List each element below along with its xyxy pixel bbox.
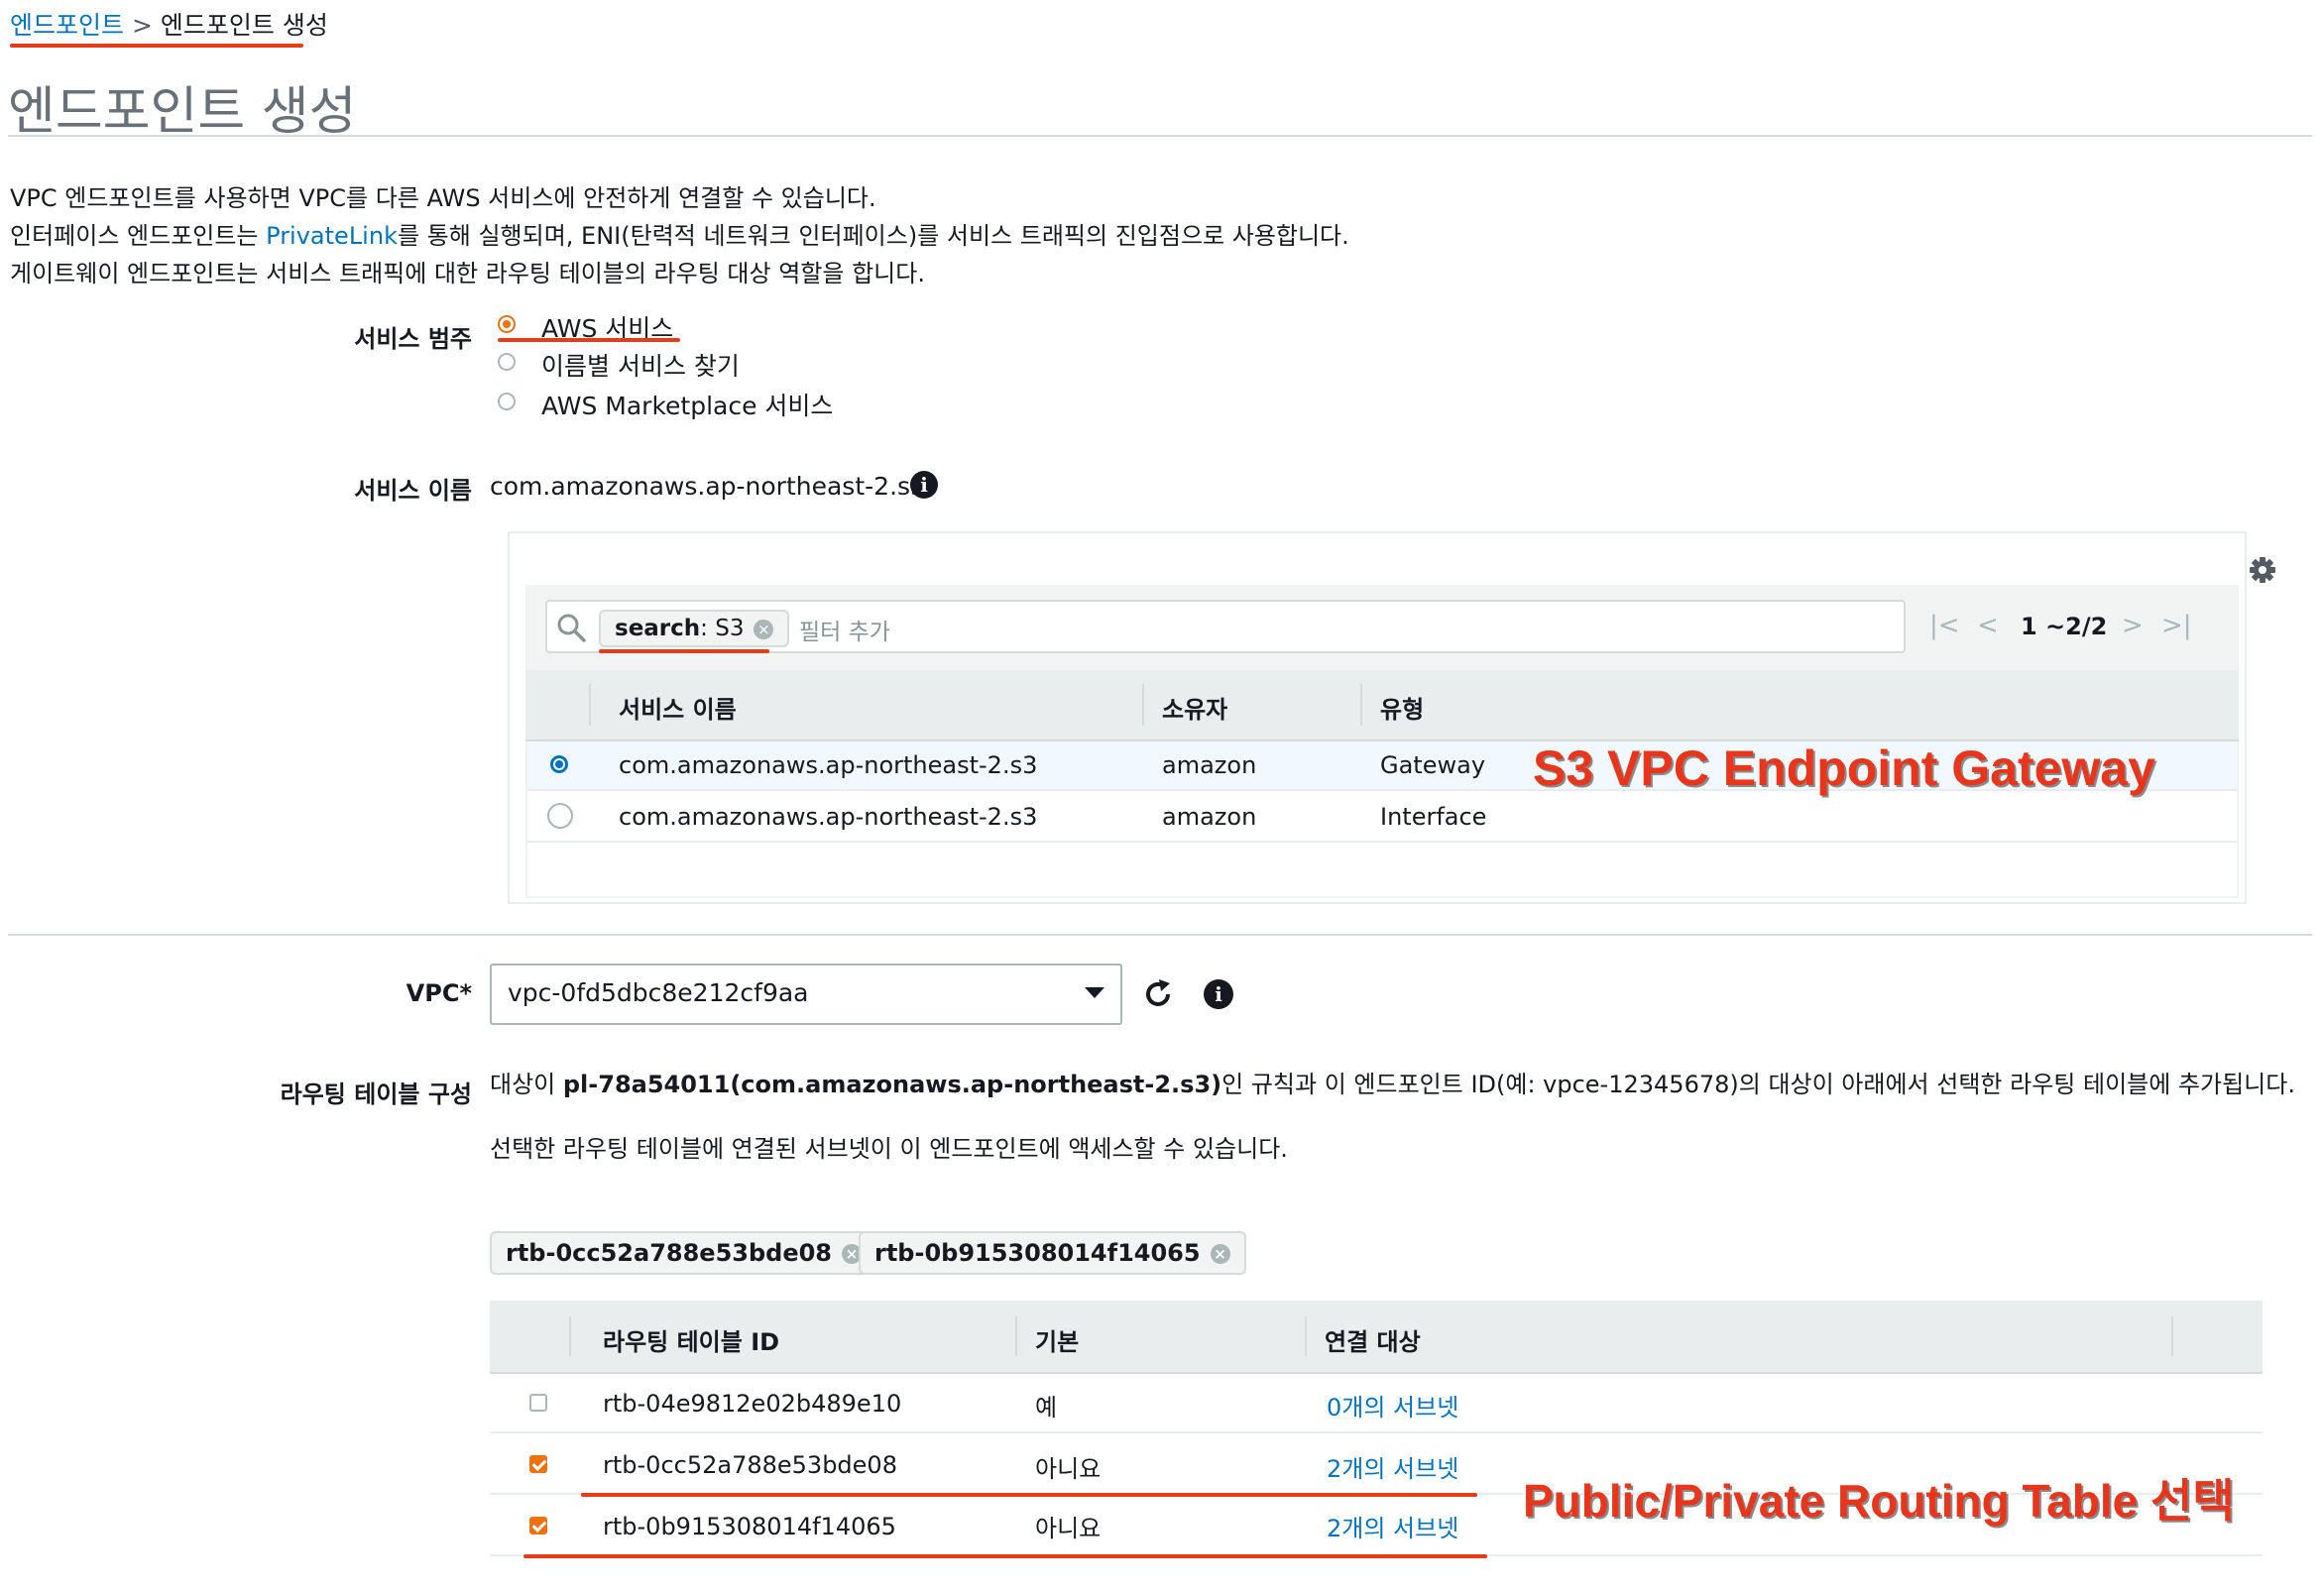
clear-icon[interactable]: ×	[1210, 1244, 1230, 1264]
column-separator	[1015, 1316, 1017, 1356]
routing-prefix-list: pl-78a54011(com.amazonaws.ap-northeast-2…	[562, 1071, 1222, 1098]
annotation-routing: Public/Private Routing Table 선택	[1523, 1475, 2235, 1527]
next-page-icon[interactable]: >	[2122, 611, 2144, 640]
description-text: 인터페이스 엔드포인트는	[10, 222, 267, 250]
row-service-name: com.amazonaws.ap-northeast-2.s3	[619, 803, 1038, 831]
row-owner: amazon	[1162, 751, 1257, 779]
annotation-underline-aws-services	[498, 338, 680, 342]
info-icon[interactable]: i	[910, 471, 938, 499]
row-type: Gateway	[1380, 751, 1486, 779]
row-main: 아니요	[1035, 1515, 1102, 1542]
column-separator	[1142, 684, 1144, 726]
row-checkbox[interactable]	[529, 1455, 547, 1473]
chip-label: rtb-0cc52a788e53bde08	[506, 1239, 833, 1267]
row-associated-subnets-link[interactable]: 2개의 서브넷	[1327, 1449, 1458, 1484]
description-line-1: VPC 엔드포인트를 사용하면 VPC를 다른 AWS 서비스에 안전하게 연결…	[10, 184, 876, 212]
column-header-route-table-id[interactable]: 라우팅 테이블 ID	[603, 1322, 779, 1357]
table-empty-area	[527, 843, 2237, 896]
row-associated-subnets-link[interactable]: 2개의 서브넷	[1327, 1509, 1458, 1543]
radio-find-by-name[interactable]	[498, 353, 516, 371]
first-page-icon[interactable]: |<	[1929, 611, 1960, 640]
row-route-table-id: rtb-0cc52a788e53bde08	[603, 1451, 897, 1479]
annotation-underline-breadcrumb	[10, 44, 303, 48]
vpc-label: VPC*	[406, 979, 472, 1007]
breadcrumb-separator: >	[131, 11, 153, 40]
routing-description-text: 인 규칙과 이 엔드포인트 ID(예: vpce-12345678)의 대상이 …	[1221, 1071, 2295, 1098]
dropdown-caret-icon[interactable]	[1085, 987, 1104, 998]
row-type: Interface	[1380, 803, 1487, 831]
routing-description-1: 대상이 pl-78a54011(com.amazonaws.ap-northea…	[490, 1065, 2295, 1099]
pager-range: 1 ~2/2	[2021, 613, 2108, 640]
column-header-main[interactable]: 기본	[1035, 1322, 1079, 1357]
column-separator	[1305, 1316, 1307, 1356]
search-filter-token[interactable]: search: S3 ×	[599, 610, 790, 647]
gear-icon[interactable]	[2248, 555, 2277, 585]
description-line-2: 인터페이스 엔드포인트는 PrivateLink를 통해 실행되며, ENI(탄…	[10, 216, 1349, 251]
divider	[8, 934, 2312, 936]
service-name-value: com.amazonaws.ap-northeast-2.s3	[490, 472, 926, 501]
breadcrumb: 엔드포인트 > 엔드포인트 생성	[10, 6, 328, 42]
vpc-select-value: vpc-0fd5dbc8e212cf9aa	[508, 978, 809, 1007]
row-checkbox[interactable]	[529, 1394, 547, 1412]
radio-aws-services[interactable]	[498, 315, 516, 333]
column-header-associated-with[interactable]: 연결 대상	[1325, 1322, 1421, 1357]
row-route-table-id: rtb-0b915308014f14065	[603, 1513, 896, 1540]
row-main: 아니요	[1035, 1455, 1102, 1483]
row-route-table-id: rtb-04e9812e02b489e10	[603, 1390, 902, 1418]
selected-route-table-chip[interactable]: rtb-0cc52a788e53bde08 ×	[490, 1231, 878, 1275]
column-separator	[569, 1316, 571, 1356]
radio-label-marketplace[interactable]: AWS Marketplace 서비스	[541, 387, 833, 422]
chip-label: rtb-0b915308014f14065	[874, 1239, 1201, 1267]
column-separator	[589, 684, 591, 726]
breadcrumb-link-endpoints[interactable]: 엔드포인트	[10, 11, 124, 40]
filter-placeholder: 필터 추가	[799, 620, 890, 645]
breadcrumb-current: 엔드포인트 생성	[160, 11, 328, 40]
description-text: 를 통해 실행되며, ENI(탄력적 네트워크 인터페이스)를 서비스 트래픽의…	[397, 222, 1349, 250]
radio-label-find-by-name[interactable]: 이름별 서비스 찾기	[541, 347, 740, 383]
row-radio-gateway[interactable]	[550, 755, 568, 773]
annotation-gateway: S3 VPC Endpoint Gateway	[1533, 740, 2155, 796]
service-name-label: 서비스 이름	[354, 477, 472, 505]
privatelink-link[interactable]: PrivateLink	[266, 222, 398, 250]
routing-table-label: 라우팅 테이블 구성	[280, 1080, 472, 1108]
token-value: : S3	[700, 616, 745, 641]
column-header-type[interactable]: 유형	[1380, 690, 1424, 725]
token-key: search	[615, 616, 701, 641]
refresh-icon[interactable]	[1140, 976, 1176, 1012]
clear-icon[interactable]: ×	[754, 619, 774, 639]
selected-route-table-chip[interactable]: rtb-0b915308014f14065 ×	[859, 1231, 1246, 1275]
column-separator	[1360, 684, 1362, 726]
row-radio-interface[interactable]	[547, 803, 573, 829]
routing-description-text: 대상이	[490, 1071, 563, 1098]
service-category-label: 서비스 범주	[354, 325, 472, 353]
last-page-icon[interactable]: >|	[2161, 611, 2192, 640]
info-icon[interactable]: i	[1204, 979, 1233, 1009]
column-separator	[2171, 1316, 2173, 1356]
search-icon	[557, 614, 586, 642]
column-header-service-name[interactable]: 서비스 이름	[619, 690, 737, 725]
description-line-3: 게이트웨이 엔드포인트는 서비스 트래픽에 대한 라우팅 테이블의 라우팅 대상…	[10, 260, 925, 287]
divider	[8, 135, 2312, 137]
routing-description-2: 선택한 라우팅 테이블에 연결된 서브넷이 이 엔드포인트에 액세스할 수 있습…	[490, 1135, 1288, 1163]
radio-marketplace[interactable]	[498, 393, 516, 410]
row-main: 예	[1035, 1394, 1058, 1421]
column-header-owner[interactable]: 소유자	[1162, 690, 1227, 725]
annotation-underline-route-row	[523, 1554, 1487, 1558]
row-owner: amazon	[1162, 803, 1257, 831]
row-checkbox[interactable]	[529, 1517, 547, 1535]
prev-page-icon[interactable]: <	[1977, 611, 1999, 640]
page-title: 엔드포인트 생성	[8, 82, 357, 142]
annotation-underline-search	[599, 649, 769, 653]
row-service-name: com.amazonaws.ap-northeast-2.s3	[619, 751, 1038, 779]
row-associated-subnets-link[interactable]: 0개의 서브넷	[1327, 1388, 1458, 1422]
